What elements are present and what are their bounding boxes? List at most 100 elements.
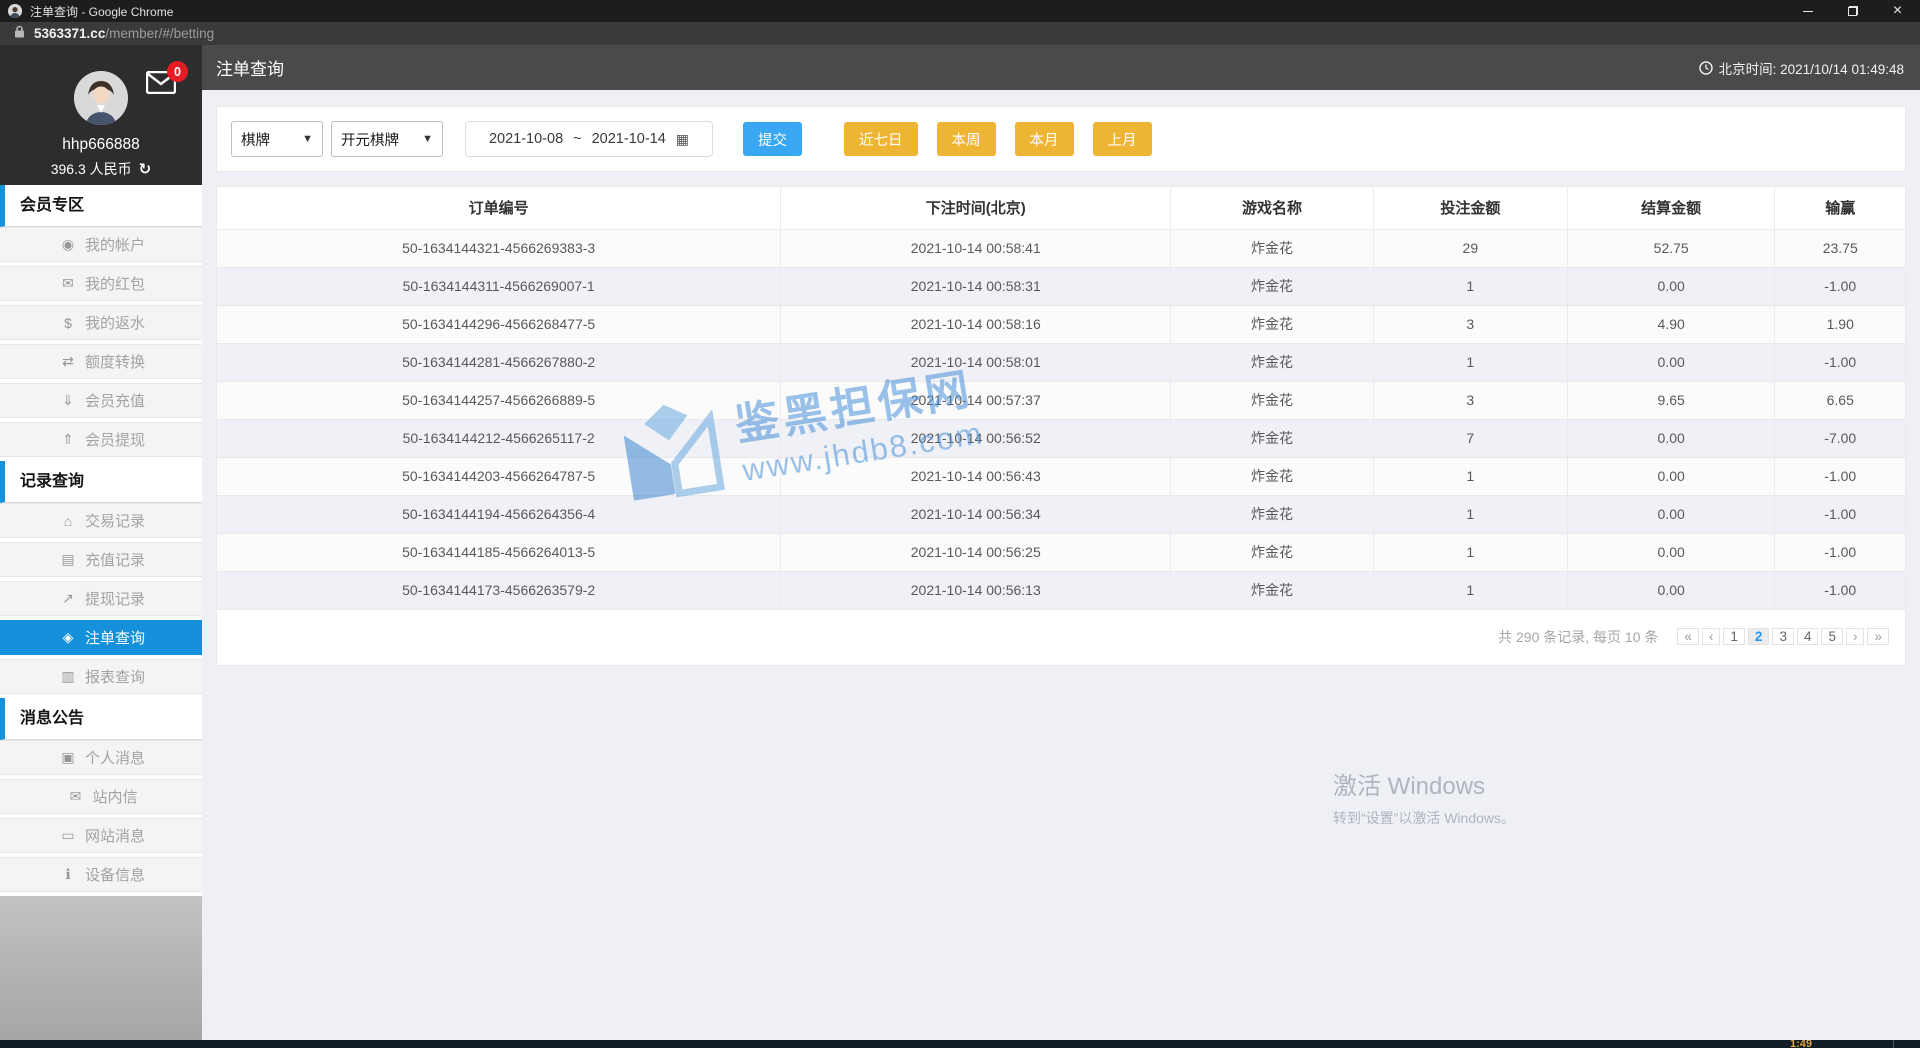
table-cell: 9.65 [1566, 381, 1775, 420]
minimize-icon [1802, 10, 1813, 12]
sidebar-item-label: 我的帐户 [84, 237, 145, 254]
table-cell: 50-1634144281-4566267880-2 [217, 343, 781, 382]
sidebar: 0 hhp666888 396.3 人民币 ↻ 会员专区 ◉ 我的帐户 ✉ 我的红包 $ 我… [0, 45, 202, 1040]
filter-bar: 棋牌 ▼ 开元棋牌 ▼ 2021-10-08 ~ 2021-10-14 ▦ 提交… [216, 106, 1906, 172]
column-header: 结算金额 [1566, 187, 1775, 230]
profile-panel: 0 hhp666888 396.3 人民币 ↻ [0, 45, 202, 185]
taskbar-divider [1893, 1040, 1894, 1048]
taskbar-clock-fragment: 1:49 [1790, 1040, 1813, 1048]
chevron-down-icon: ▼ [302, 133, 313, 145]
sidebar-item-transaction-records[interactable]: ⌂ 交易记录 [0, 503, 202, 538]
table-cell: 50-1634144203-4566264787-5 [217, 457, 781, 496]
sidebar-item-withdraw[interactable]: ⇑ 会员提现 [0, 422, 202, 457]
page-header: 注单查询 北京时间: 2021/10/14 01:49:48 [202, 45, 1920, 90]
table-cell: 3 [1372, 381, 1568, 420]
minimize-button[interactable] [1785, 0, 1830, 22]
lock-icon [14, 25, 25, 43]
table-cell: -1.00 [1774, 343, 1905, 382]
table-cell: 炸金花 [1170, 343, 1374, 382]
pagination-arrow-button[interactable]: ‹ [1701, 627, 1721, 645]
table-cell: 2021-10-14 00:58:01 [780, 343, 1171, 382]
table-row: 50-1634144281-4566267880-2 2021-10-14 00:… [217, 343, 1905, 382]
sidebar-item-bet-query[interactable]: ◈ 注单查询 [0, 620, 202, 655]
refresh-balance-icon[interactable]: ↻ [139, 160, 152, 178]
column-header: 输赢 [1774, 187, 1905, 230]
table-cell: 52.75 [1566, 229, 1775, 268]
close-button[interactable]: × [1875, 0, 1920, 22]
sidebar-item-inbox[interactable]: ✉ 站内信 [0, 779, 202, 814]
game-type-select[interactable]: 棋牌 ▼ [231, 121, 323, 157]
sidebar-item-site-messages[interactable]: ▭ 网站消息 [0, 818, 202, 853]
pagination-page-button-1[interactable]: 1 [1723, 627, 1745, 645]
table-cell: 0.00 [1566, 419, 1775, 458]
sidebar-item-label: 站内信 [92, 789, 138, 806]
date-range-input[interactable]: 2021-10-08 ~ 2021-10-14 ▦ [465, 121, 713, 157]
table-cell: 50-1634144321-4566269383-3 [217, 229, 781, 268]
sidebar-item-label: 充值记录 [84, 552, 145, 569]
restore-button[interactable] [1830, 0, 1875, 22]
pagination-arrow-button[interactable]: » [1867, 627, 1889, 645]
sidebar-item-deposit-records[interactable]: ▤ 充值记录 [0, 542, 202, 577]
sidebar-item-report-query[interactable]: ▥ 报表查询 [0, 659, 202, 694]
table-cell: 2021-10-14 00:56:52 [780, 419, 1171, 458]
clock-icon [1698, 60, 1713, 75]
pagination-arrow-button[interactable]: › [1845, 627, 1865, 645]
activate-line1: 激活 Windows [1333, 773, 1486, 800]
sidebar-item-quota-transfer[interactable]: ⇄ 额度转换 [0, 344, 202, 379]
table-row: 50-1634144203-4566264787-5 2021-10-14 00:… [217, 457, 1905, 496]
table-cell: 23.75 [1774, 229, 1905, 268]
table-cell: 2021-10-14 00:56:34 [780, 495, 1171, 534]
sidebar-item-deposit[interactable]: ⇓ 会员充值 [0, 383, 202, 418]
sidebar-item-label: 个人消息 [84, 750, 145, 767]
table-cell: 2021-10-14 00:57:37 [780, 381, 1171, 420]
table-row: 50-1634144296-4566268477-5 2021-10-14 00:… [217, 305, 1905, 344]
quick-filter-button-0[interactable]: 近七日 [844, 122, 918, 156]
sidebar-menu: 会员专区 ◉ 我的帐户 ✉ 我的红包 $ 我的返水 ⇄ 额度转换 ⇓ 会员充值 ⇑ 会员提现 记录查询 ⌂ 交… [0, 185, 202, 896]
card-icon: ▤ [61, 551, 75, 567]
sidebar-item-red-packet[interactable]: ✉ 我的红包 [0, 266, 202, 301]
pagination-page-button-2[interactable]: 2 [1747, 627, 1770, 645]
red-packet-icon: ✉ [62, 275, 74, 291]
dollar-icon: $ [64, 314, 72, 331]
sidebar-item-label: 会员提现 [84, 432, 145, 449]
pagination-page-button-3[interactable]: 3 [1772, 627, 1794, 645]
table-cell: 6.65 [1774, 381, 1905, 420]
calendar-icon: ▦ [675, 130, 690, 147]
table-row: 50-1634144173-4566263579-2 2021-10-14 00:… [217, 571, 1905, 610]
username: hhp666888 [62, 136, 140, 153]
pagination-buttons: «‹ 1 2 3 4 5 ›» [1674, 623, 1889, 651]
sidebar-item-rebate[interactable]: $ 我的返水 [0, 305, 202, 340]
sidebar-item-account[interactable]: ◉ 我的帐户 [0, 227, 202, 262]
sidebar-section-title: 记录查询 [0, 461, 202, 503]
provider-select[interactable]: 开元棋牌 ▼ [331, 121, 443, 157]
table-cell: 0.00 [1566, 267, 1775, 306]
table-cell: 1 [1372, 457, 1568, 496]
pagination-arrow-button[interactable]: « [1677, 627, 1699, 645]
mail-notification[interactable]: 0 [145, 61, 188, 99]
pagination: 共 290 条记录, 每页 10 条 «‹ 1 2 3 4 5 ›» [217, 610, 1905, 651]
table-cell: 炸金花 [1170, 533, 1374, 572]
taskbar-sliver: 1:49 [0, 1040, 1920, 1048]
avatar[interactable] [74, 71, 128, 125]
sidebar-item-device-info[interactable]: ℹ 设备信息 [0, 857, 202, 892]
table-header-row: 订单编号 下注时间(北京) 游戏名称 投注金额 结算金额 输赢 [217, 187, 1905, 230]
bet-records-table: 订单编号 下注时间(北京) 游戏名称 投注金额 结算金额 输赢 50-1634144321… [217, 187, 1905, 610]
pagination-page-button-4[interactable]: 4 [1796, 627, 1819, 645]
table-cell: 2021-10-14 00:56:43 [780, 457, 1171, 496]
sidebar-item-personal-messages[interactable]: ▣ 个人消息 [0, 740, 202, 775]
records-summary: 共 290 条记录, 每页 10 条 [1498, 628, 1659, 645]
pagination-page-button-5[interactable]: 5 [1821, 627, 1843, 645]
table-cell: 50-1634144194-4566264356-4 [217, 495, 781, 534]
table-cell: 1 [1372, 343, 1568, 382]
quick-filter-button-3[interactable]: 上月 [1092, 122, 1152, 156]
quick-filter-button-2[interactable]: 本月 [1014, 122, 1074, 156]
beijing-time-text: 北京时间: 2021/10/14 01:49:48 [1718, 61, 1904, 77]
url-path: /member/#/betting [105, 26, 215, 41]
submit-button[interactable]: 提交 [743, 122, 802, 156]
browser-urlbar[interactable]: 5363371.cc/member/#/betting [0, 22, 1920, 45]
table-cell: 炸金花 [1170, 571, 1374, 610]
sidebar-item-withdraw-records[interactable]: ↗ 提现记录 [0, 581, 202, 616]
table-row: 50-1634144257-4566266889-5 2021-10-14 00:… [217, 381, 1905, 420]
quick-filter-button-1[interactable]: 本周 [936, 122, 996, 156]
sidebar-item-label: 报表查询 [84, 669, 145, 686]
